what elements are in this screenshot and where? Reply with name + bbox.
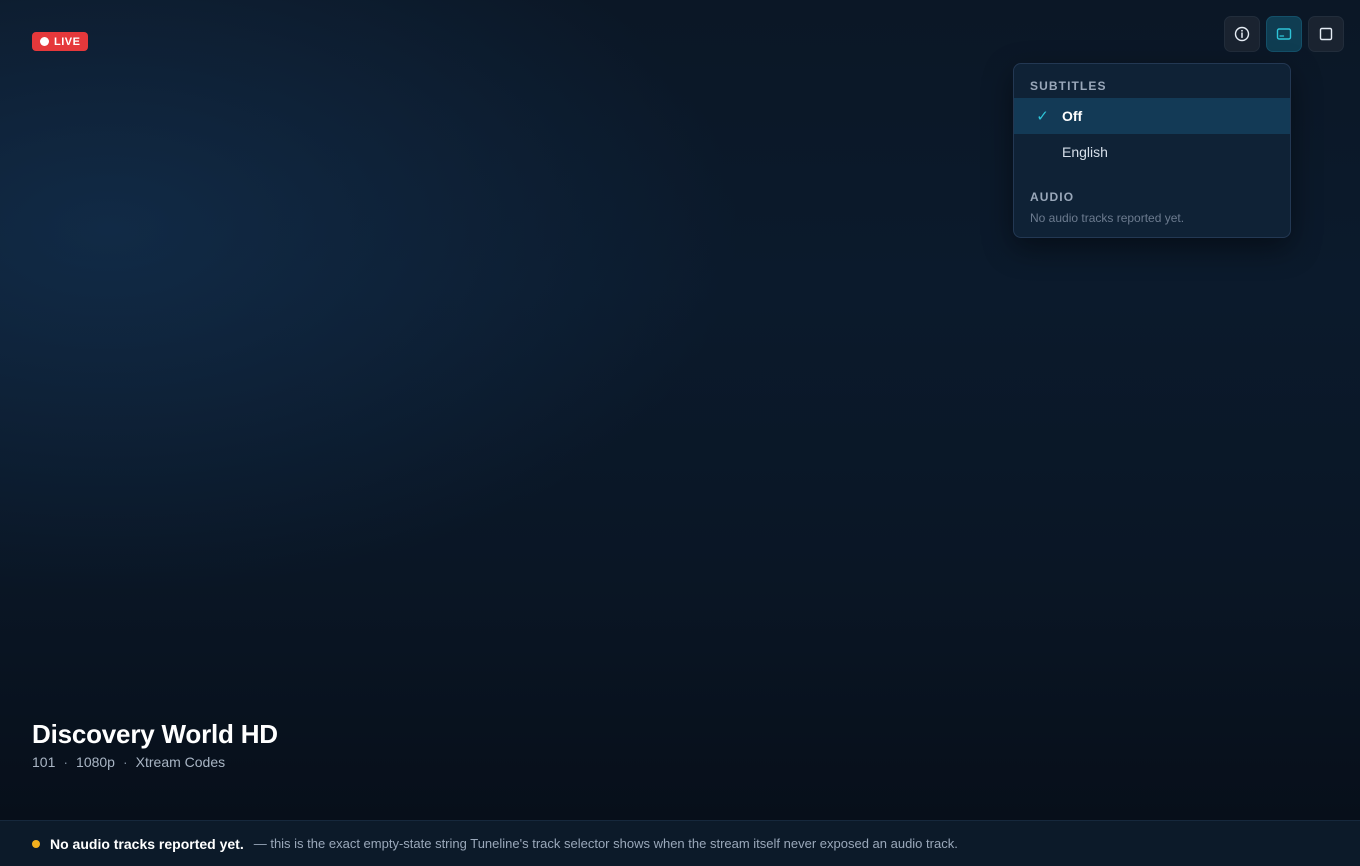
- status-note: — this is the exact empty-state string T…: [253, 836, 958, 851]
- video-stage[interactable]: LIVE SUBTITLES ✓ Off English AUDIO No au…: [0, 0, 1360, 820]
- info-icon: [1234, 26, 1250, 42]
- status-headline: No audio tracks reported yet.: [50, 835, 244, 852]
- live-badge-label: LIVE: [54, 35, 81, 48]
- channel-title: Discovery World HD: [32, 719, 278, 749]
- channel-resolution: 1080p: [76, 754, 115, 770]
- subtitles-icon: [1276, 28, 1292, 40]
- subtitles-section-title: SUBTITLES: [1030, 79, 1107, 93]
- status-dot-icon: [32, 839, 40, 848]
- fullscreen-button[interactable]: [1308, 16, 1344, 52]
- meta-separator: ·: [63, 754, 69, 770]
- audio-section-title: AUDIO: [1030, 190, 1075, 204]
- channel-meta: 101 · 1080p · Xtream Codes: [32, 754, 225, 770]
- check-icon: ✓: [1036, 108, 1049, 125]
- meta-separator: ·: [122, 754, 128, 770]
- track-selector-menu: SUBTITLES ✓ Off English AUDIO No audio t…: [1013, 63, 1291, 238]
- audio-empty-state: No audio tracks reported yet.: [1030, 211, 1185, 225]
- subtitle-option-label: Off: [1062, 108, 1083, 124]
- fullscreen-icon: [1319, 27, 1333, 41]
- channel-number: 101: [32, 754, 56, 770]
- subtitle-option-off[interactable]: ✓ Off: [1014, 98, 1290, 134]
- channel-source: Xtream Codes: [135, 754, 226, 770]
- live-dot-icon: [40, 37, 49, 46]
- subtitles-button[interactable]: [1266, 16, 1302, 52]
- info-button[interactable]: [1224, 16, 1260, 52]
- status-bar: No audio tracks reported yet. — this is …: [0, 820, 1360, 866]
- player-top-controls: [1224, 16, 1344, 52]
- subtitle-option-english[interactable]: English: [1014, 134, 1290, 170]
- live-badge: LIVE: [32, 32, 89, 51]
- subtitle-option-label: English: [1062, 144, 1108, 160]
